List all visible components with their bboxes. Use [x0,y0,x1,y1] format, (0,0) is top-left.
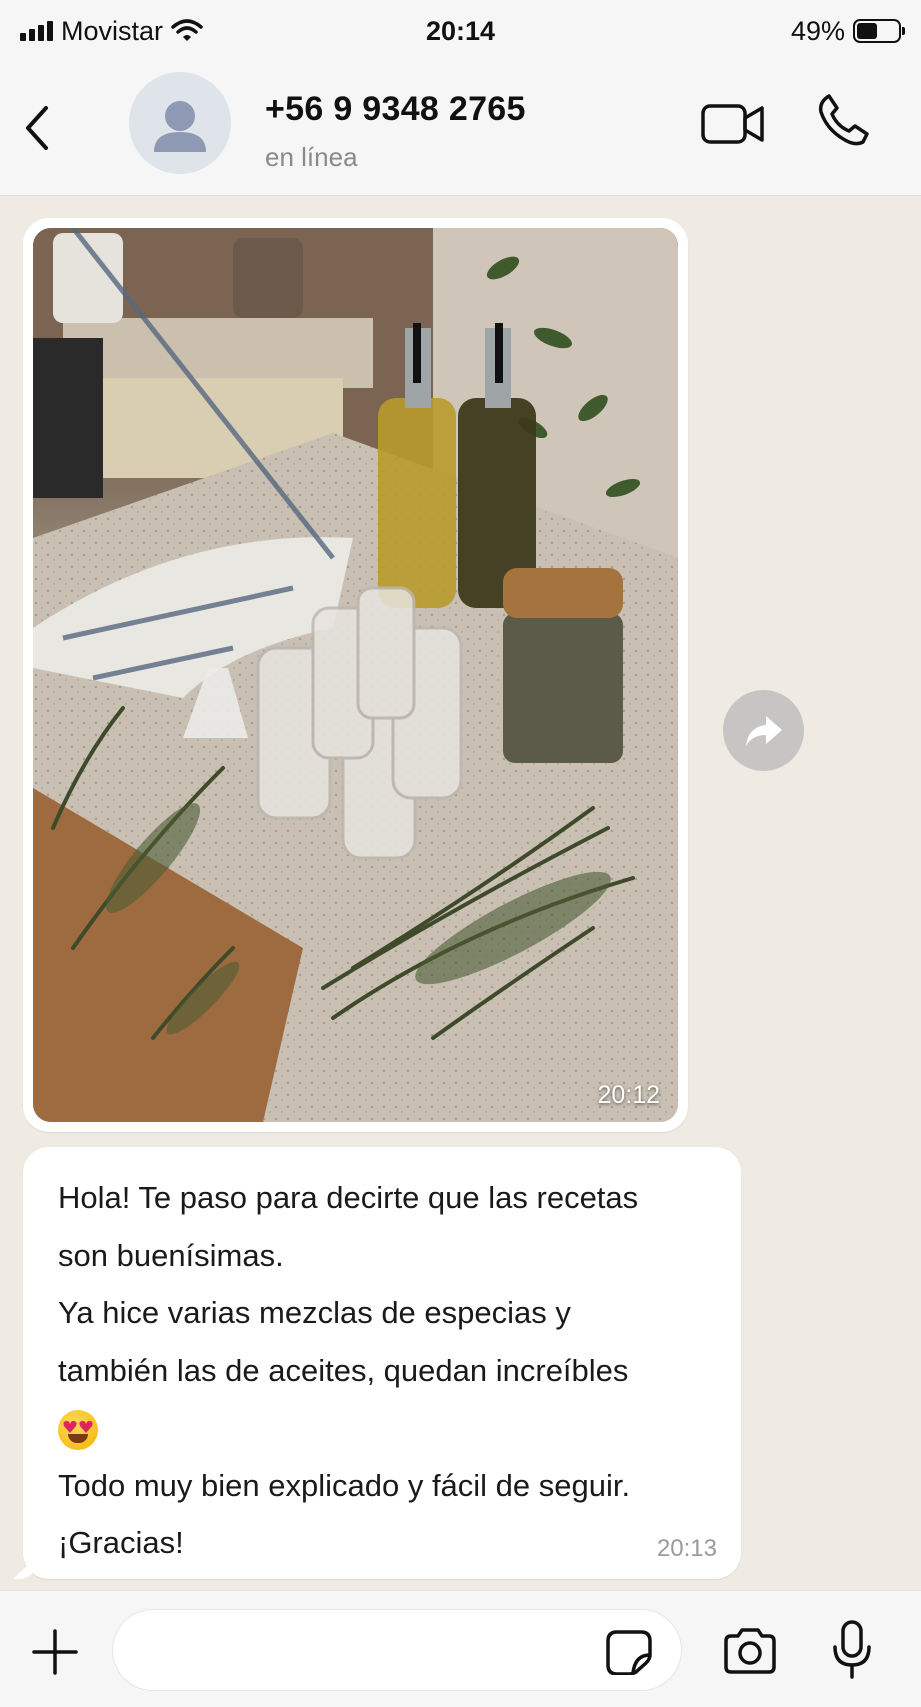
message-line: también las de aceites, quedan increíble… [58,1352,629,1388]
forward-button[interactable] [723,690,804,771]
chat-header: +56 9 9348 2765 en línea [0,62,921,196]
input-bar [0,1590,921,1707]
battery-percent: 49% [790,15,845,46]
cellular-signal-icon [20,21,53,41]
plus-icon [32,1629,78,1675]
video-call-button[interactable] [700,98,766,150]
wifi-icon [171,19,203,41]
camera-icon [724,1628,776,1674]
voice-call-button[interactable] [815,92,871,148]
message-line: Todo muy bien explicado y fácil de segui… [58,1467,631,1503]
message-input[interactable] [112,1609,682,1691]
status-left: Movistar [20,16,203,47]
microphone-icon [833,1620,871,1679]
message-line: Ya hice varias mezclas de especias y [58,1295,571,1330]
message-photo[interactable]: 20:12 [33,228,678,1122]
image-message-bubble[interactable]: 20:12 [23,218,688,1132]
contact-status: en línea [265,142,358,172]
microphone-button[interactable] [832,1619,872,1681]
battery-icon [853,19,905,43]
message-line: ¡Gracias! [58,1525,184,1560]
default-avatar-icon [154,101,206,152]
attach-button[interactable] [32,1629,78,1675]
message-line: Hola! Te paso para decirte que las recet… [58,1180,639,1215]
phone-icon [818,94,869,146]
message-line: son buenísimas. [58,1237,284,1273]
contact-name[interactable]: +56 9 9348 2765 [265,90,526,129]
video-camera-icon [701,104,764,144]
sticker-button[interactable] [605,1629,653,1676]
carrier-name: Movistar [61,15,164,46]
emoji-line [58,1399,707,1457]
message-timestamp: 20:13 [656,1535,717,1562]
back-button[interactable] [22,102,62,154]
heart-eyes-emoji [58,1409,98,1450]
forward-icon [745,715,782,746]
kitchen-herbs-photo [33,228,678,1122]
chevron-left-icon [26,106,48,150]
image-timestamp: 20:12 [597,1081,660,1109]
sticker-icon [606,1630,652,1676]
text-message-bubble[interactable]: Hola! Te paso para decirte que las recet… [23,1147,741,1579]
avatar[interactable] [129,72,231,174]
camera-button[interactable] [722,1627,778,1675]
status-bar: Movistar 20:14 49% [0,0,921,62]
status-right: 49% [790,15,905,47]
